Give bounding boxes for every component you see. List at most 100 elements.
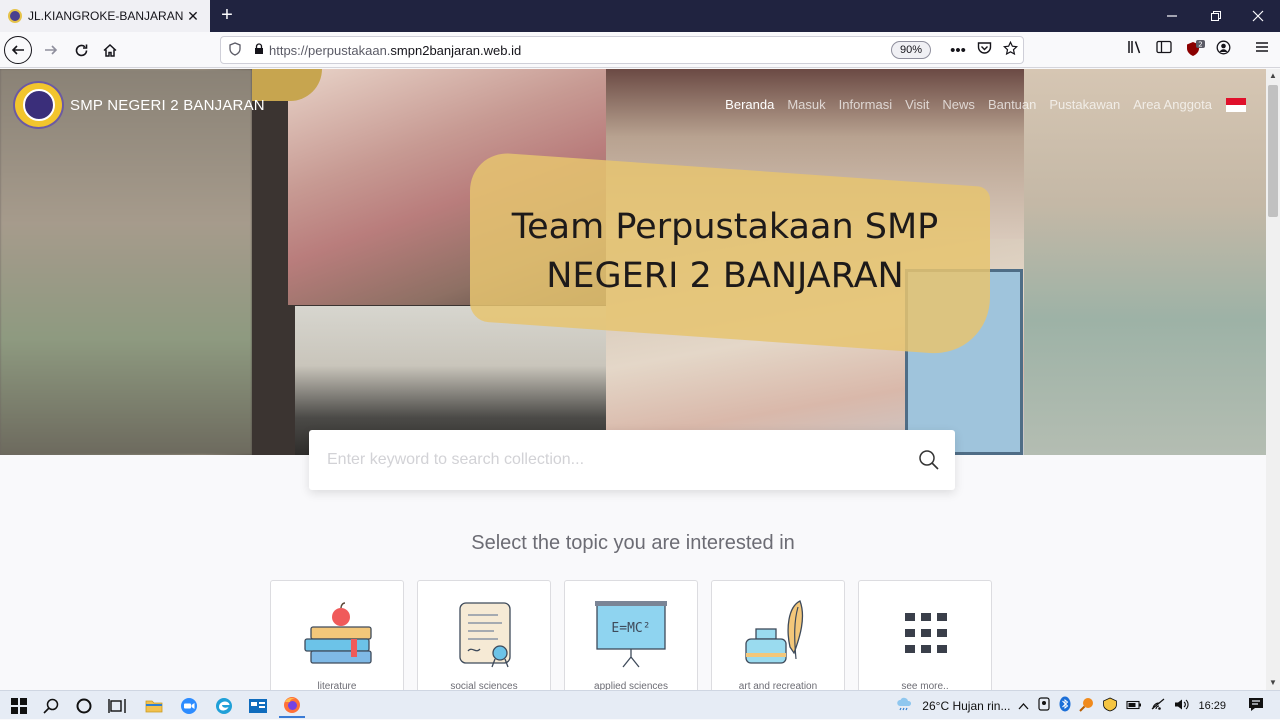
firefox-icon <box>284 696 300 713</box>
tracking-protection-icon[interactable] <box>221 41 249 59</box>
bookmark-star-icon[interactable] <box>997 40 1023 60</box>
minimize-window-button[interactable] <box>1150 0 1194 32</box>
cortana-circle-icon <box>76 698 92 713</box>
reload-icon <box>75 44 87 56</box>
edge-browser-button[interactable] <box>211 693 237 718</box>
books-apple-icon <box>304 602 372 664</box>
browser-tab-active[interactable]: JL.KIANGROKE-BANJARAN KM ✕ <box>0 0 210 32</box>
svg-text:2: 2 <box>1198 41 1202 49</box>
topic-card-applied-sciences[interactable]: E=MC² applied sciences <box>564 580 698 690</box>
school-logo[interactable] <box>13 81 64 129</box>
minimize-icon <box>1167 15 1177 17</box>
page-actions-menu[interactable]: ••• <box>945 42 971 59</box>
ink-feather-icon <box>745 600 804 664</box>
wifi-icon[interactable] <box>1150 698 1166 713</box>
close-window-button[interactable] <box>1236 0 1280 32</box>
reload-button[interactable] <box>66 35 96 65</box>
close-icon <box>1252 10 1264 22</box>
control-panel-button[interactable] <box>245 693 271 718</box>
show-hidden-icons-chevron-up-icon[interactable] <box>1018 699 1029 713</box>
search-tool-icon[interactable] <box>1079 697 1094 715</box>
topic-card-social-sciences[interactable]: social sciences <box>417 580 551 690</box>
menu-item-visit[interactable]: Visit <box>905 97 929 112</box>
main-menu: Beranda Masuk Informasi Visit News Bantu… <box>725 97 1246 112</box>
meet-now-icon[interactable] <box>1037 697 1051 714</box>
topic-card-literature[interactable]: literature <box>270 580 404 690</box>
windows-logo-icon <box>11 697 27 714</box>
menu-item-area-anggota[interactable]: Area Anggota <box>1133 97 1212 112</box>
menu-item-informasi[interactable]: Informasi <box>839 97 892 112</box>
weather-rain-icon[interactable] <box>896 697 914 714</box>
collection-search-box <box>309 430 955 490</box>
file-explorer-button[interactable] <box>141 693 167 718</box>
diploma-scroll-icon <box>459 602 511 668</box>
search-taskbar-button[interactable] <box>38 693 64 718</box>
menu-item-masuk[interactable]: Masuk <box>787 97 825 112</box>
topic-label: see more.. <box>901 681 949 690</box>
page-scrollbar[interactable]: ▲ ▼ <box>1266 69 1280 690</box>
arrow-left-icon <box>11 45 24 55</box>
svg-text:E=MC²: E=MC² <box>611 621 650 636</box>
notification-center-icon[interactable] <box>1248 697 1264 715</box>
battery-icon[interactable] <box>1126 699 1142 713</box>
topic-card-see-more[interactable]: see more.. <box>858 580 992 690</box>
start-button[interactable] <box>6 693 32 718</box>
topic-label: applied sciences <box>594 681 668 690</box>
topic-list: literature social sciences E=MC² applied… <box>270 580 992 690</box>
zoom-app-button[interactable] <box>176 693 202 718</box>
tab-title: JL.KIANGROKE-BANJARAN KM <box>28 9 184 23</box>
topic-label: literature <box>317 681 357 690</box>
pocket-icon[interactable] <box>971 41 997 59</box>
topic-card-art-and-recreation[interactable]: art and recreation <box>711 580 845 690</box>
search-input[interactable] <box>309 430 903 490</box>
topic-heading: Select the topic you are interested in <box>471 532 795 554</box>
scroll-down-arrow-icon[interactable]: ▼ <box>1266 676 1280 690</box>
language-flag-indonesia-icon[interactable] <box>1226 98 1246 112</box>
menu-item-pustakawan[interactable]: Pustakawan <box>1049 97 1120 112</box>
system-tray: 26°C Hujan rin... 16:29 <box>892 691 1280 720</box>
padlock-icon[interactable] <box>249 42 269 58</box>
url-text[interactable]: https://perpustakaan.smpn2banjaran.web.i… <box>269 43 891 58</box>
web-page: Team Perpustakaan SMP NEGERI 2 BANJARAN … <box>0 69 1266 690</box>
menu-item-beranda[interactable]: Beranda <box>725 97 774 112</box>
hero-title: Team Perpustakaan SMP NEGERI 2 BANJARAN <box>511 207 939 296</box>
home-icon <box>103 43 117 57</box>
home-button[interactable] <box>95 35 125 65</box>
clock-time[interactable]: 16:29 <box>1198 700 1226 712</box>
search-button[interactable] <box>903 430 955 490</box>
grid-icon <box>905 613 947 653</box>
ublock-extension-icon[interactable]: 2 <box>1184 40 1206 60</box>
site-header: SMP NEGERI 2 BANJARAN Beranda Masuk Info… <box>0 69 1266 141</box>
menu-item-news[interactable]: News <box>942 97 975 112</box>
zoom-app-icon <box>181 697 197 714</box>
forward-button[interactable] <box>36 35 66 65</box>
restore-window-button[interactable] <box>1194 0 1238 32</box>
menu-item-bantuan[interactable]: Bantuan <box>988 97 1036 112</box>
site-name[interactable]: SMP NEGERI 2 BANJARAN <box>70 97 265 114</box>
account-icon[interactable] <box>1212 40 1234 60</box>
edge-icon <box>216 697 232 714</box>
hamburger-menu-icon[interactable] <box>1251 40 1273 60</box>
speaker-volume-icon[interactable] <box>1174 698 1190 714</box>
back-button[interactable] <box>4 36 32 64</box>
weather-text[interactable]: 26°C Hujan rin... <box>922 699 1010 713</box>
new-tab-button[interactable]: + <box>216 4 238 28</box>
tab-close-button[interactable]: ✕ <box>184 8 202 25</box>
settings-window-icon <box>249 698 267 713</box>
arrow-right-icon <box>45 45 58 55</box>
bluetooth-icon[interactable] <box>1059 696 1071 715</box>
firefox-taskbar-button[interactable] <box>279 693 305 718</box>
topic-label: social sciences <box>450 681 518 690</box>
site-favicon-icon <box>8 9 22 23</box>
cortana-button[interactable] <box>71 693 97 718</box>
scrollbar-thumb[interactable] <box>1268 85 1278 217</box>
zoom-level-indicator[interactable]: 90% <box>890 41 931 59</box>
address-bar[interactable]: https://perpustakaan.smpn2banjaran.web.i… <box>220 36 1024 64</box>
task-view-button[interactable] <box>104 693 130 718</box>
sidebar-icon[interactable] <box>1153 40 1175 60</box>
scroll-up-arrow-icon[interactable]: ▲ <box>1266 69 1280 83</box>
folder-icon <box>145 700 163 713</box>
security-shield-icon[interactable] <box>1102 697 1118 715</box>
library-icon[interactable] <box>1124 40 1146 60</box>
magnifier-icon <box>43 698 59 714</box>
